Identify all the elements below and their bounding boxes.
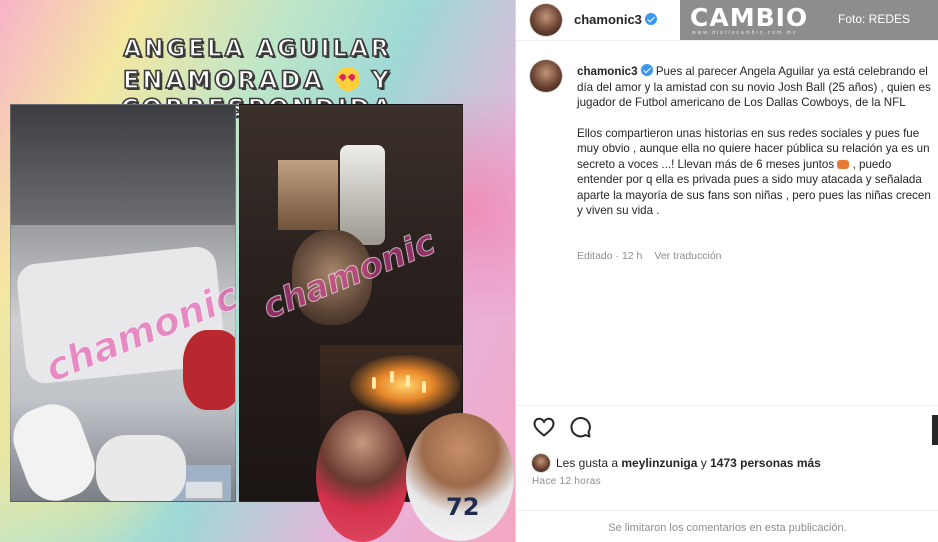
photo-red-cushion-shape bbox=[183, 330, 235, 410]
instagram-post-panel: chamonic3 chamonic3 Pues al parecer Ange… bbox=[515, 0, 938, 542]
candle-icon bbox=[422, 381, 426, 393]
photo-shoe-shape bbox=[96, 435, 186, 501]
caption-meta: Editado · 12 h Ver traducción bbox=[577, 250, 722, 262]
candle-icon bbox=[406, 375, 410, 387]
edited-time: Editado · 12 h bbox=[577, 250, 643, 262]
photo-sticker bbox=[185, 481, 223, 499]
likes-connector: y bbox=[700, 456, 707, 470]
heart-eyes-emoji-icon bbox=[336, 67, 361, 91]
headline-enamorada: ENAMORADA bbox=[122, 65, 325, 95]
cutout-photo-man: 72 bbox=[406, 413, 514, 541]
liker-avatar[interactable] bbox=[532, 454, 550, 472]
heart-icon[interactable] bbox=[532, 415, 556, 439]
caption-username[interactable]: chamonic3 bbox=[577, 65, 638, 78]
headline-line-1: ANGELA AGUILAR bbox=[123, 35, 392, 63]
edge-strip bbox=[932, 415, 938, 445]
see-translation-link[interactable]: Ver traducción bbox=[654, 250, 721, 262]
cutout-photo-woman bbox=[316, 410, 408, 542]
post-image[interactable]: ANGELA AGUILAR ENAMORADA Y CORRESPONDIDA… bbox=[0, 0, 515, 542]
candle-icon bbox=[372, 377, 376, 389]
username-link[interactable]: chamonic3 bbox=[574, 12, 642, 27]
candles-glow bbox=[350, 355, 460, 415]
avatar[interactable] bbox=[530, 60, 562, 92]
comments-disabled-notice: Se limitaron los comentarios en esta pub… bbox=[608, 522, 847, 534]
gift-emoji-icon bbox=[837, 159, 850, 169]
post-header-username[interactable]: chamonic3 bbox=[574, 12, 657, 27]
jersey-number: 72 bbox=[446, 493, 480, 521]
photo-window-shape bbox=[278, 160, 338, 230]
verified-badge-icon bbox=[644, 13, 657, 25]
post-timestamp[interactable]: Hace 12 horas bbox=[532, 476, 601, 487]
avatar[interactable] bbox=[530, 4, 562, 36]
likes-count[interactable]: 1473 personas más bbox=[710, 456, 821, 470]
photo-table-shape bbox=[11, 105, 235, 225]
caption: chamonic3 Pues al parecer Angela Aguilar… bbox=[577, 64, 938, 219]
divider bbox=[516, 510, 938, 511]
divider bbox=[516, 405, 938, 406]
photo-lamp-shape bbox=[340, 145, 385, 245]
cambio-url: w w w . d i a r i o c a m b i o . c o m … bbox=[692, 30, 796, 36]
liker-username[interactable]: meylinzuniga bbox=[621, 456, 697, 470]
comment-icon[interactable] bbox=[568, 415, 592, 439]
divider bbox=[516, 40, 938, 41]
likes-summary[interactable]: Les gusta a meylinzuniga y 1473 personas… bbox=[556, 456, 821, 470]
photo-credit: Foto: REDES bbox=[838, 12, 911, 26]
cambio-logo: CAMBIO bbox=[690, 3, 809, 32]
photo-shoe-shape bbox=[11, 395, 104, 501]
cambio-overlay: CAMBIO w w w . d i a r i o c a m b i o .… bbox=[680, 0, 938, 40]
candle-icon bbox=[390, 371, 394, 383]
verified-badge-icon bbox=[640, 64, 653, 76]
likes-prefix: Les gusta a bbox=[556, 456, 619, 470]
